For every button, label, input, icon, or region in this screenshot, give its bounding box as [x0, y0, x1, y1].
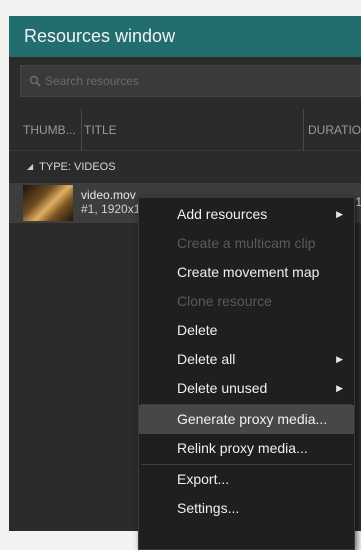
collapse-arrow-icon[interactable]: ◢ — [27, 159, 33, 175]
menu-item-label: Settings... — [177, 500, 240, 516]
menu-item-delete[interactable]: Delete — [139, 316, 354, 345]
column-duration[interactable]: DURATION — [303, 109, 361, 151]
menu-item-label: Add resources — [177, 206, 268, 222]
video-thumbnail — [23, 185, 73, 221]
menu-item-relink-proxy-media[interactable]: Relink proxy media... — [139, 434, 354, 463]
menu-item-add-resources[interactable]: Add resources ▶ — [139, 200, 354, 229]
menu-item-label: Delete unused — [177, 380, 268, 396]
menu-item-label: Create movement map — [177, 264, 320, 280]
menu-item-label: Relink proxy media... — [177, 440, 308, 456]
menu-item-settings[interactable]: Settings... — [139, 494, 354, 523]
menu-item-delete-all[interactable]: Delete all ▶ — [139, 345, 354, 374]
menu-item-export[interactable]: Export... — [139, 465, 354, 494]
menu-item-label: Create a multicam clip — [177, 235, 316, 251]
submenu-arrow-icon: ▶ — [336, 209, 343, 219]
column-thumb[interactable]: THUMB... — [23, 109, 82, 151]
submenu-arrow-icon: ▶ — [336, 383, 343, 393]
menu-item-clone-resource[interactable]: Clone resource — [139, 287, 354, 316]
resource-name: video.mov — [81, 188, 136, 202]
menu-item-label: Delete all — [177, 351, 236, 367]
column-title[interactable]: TITLE — [84, 109, 117, 151]
menu-item-label: Generate proxy media... — [177, 411, 328, 427]
menu-item-create-multicam-clip[interactable]: Create a multicam clip — [139, 229, 354, 258]
menu-item-create-movement-map[interactable]: Create movement map — [139, 258, 354, 287]
context-menu: Add resources ▶ Create a multicam clip C… — [138, 197, 355, 550]
search-box[interactable] — [20, 65, 361, 97]
menu-item-delete-unused[interactable]: Delete unused ▶ — [139, 374, 354, 403]
menu-item-label: Clone resource — [177, 293, 272, 309]
menu-item-label: Delete — [177, 322, 218, 338]
menu-item-generate-proxy-media[interactable]: Generate proxy media... — [139, 405, 354, 434]
submenu-arrow-icon: ▶ — [336, 354, 343, 364]
group-videos[interactable]: ◢ TYPE: VIDEOS — [27, 159, 116, 175]
window-title: Resources window — [9, 16, 361, 57]
column-header: THUMB... TITLE DURATION — [9, 109, 361, 151]
search-input[interactable] — [45, 74, 335, 88]
menu-item-label: Export... — [177, 471, 230, 487]
group-label: TYPE: VIDEOS — [39, 161, 116, 173]
search-icon — [29, 75, 41, 87]
